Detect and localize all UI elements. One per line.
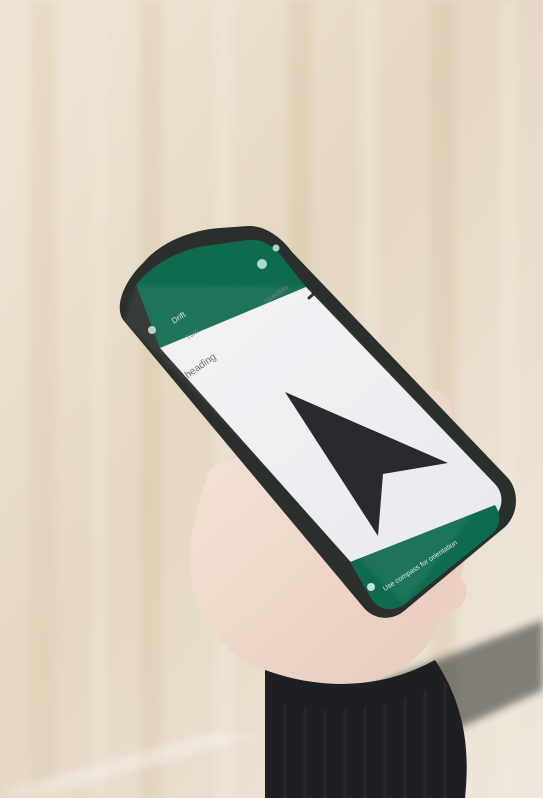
info-icon — [367, 583, 375, 591]
photo-scene — [0, 0, 543, 798]
settings-icon[interactable] — [257, 259, 267, 269]
more-icon[interactable] — [272, 244, 280, 252]
